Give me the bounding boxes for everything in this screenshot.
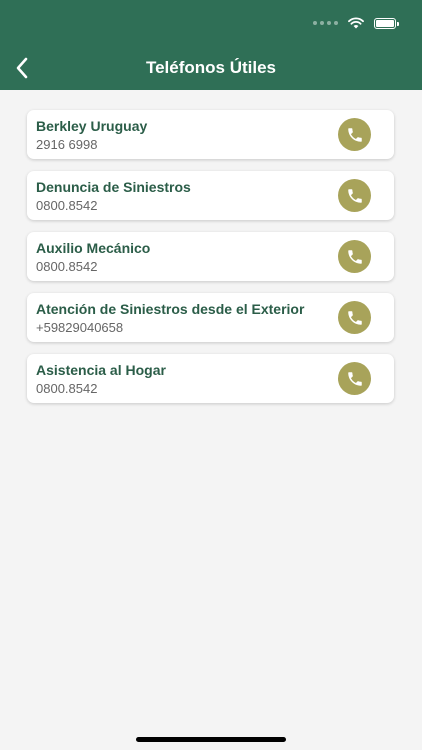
call-button[interactable] <box>338 118 371 151</box>
call-button[interactable] <box>338 301 371 334</box>
contact-card[interactable]: Atención de Siniestros desde el Exterior… <box>27 293 394 342</box>
phone-icon <box>347 310 362 325</box>
phone-icon <box>347 249 362 264</box>
page-title: Teléfonos Útiles <box>145 58 277 77</box>
contact-card[interactable]: Auxilio Mecánico 0800.8542 <box>27 232 394 281</box>
contact-phone: 0800.8542 <box>36 198 98 213</box>
signal-icon <box>313 21 338 25</box>
app-header: Teléfonos Útiles <box>0 0 422 90</box>
contact-name: Atención de Siniestros desde el Exterior <box>36 301 305 317</box>
contact-phone: +59829040658 <box>36 320 124 335</box>
contact-phone: 0800.8542 <box>36 259 98 274</box>
wifi-icon <box>348 17 364 29</box>
call-button[interactable] <box>338 240 371 273</box>
contact-name: Denuncia de Siniestros <box>36 179 191 195</box>
contact-card[interactable]: Denuncia de Siniestros 0800.8542 <box>27 171 394 220</box>
phone-icon <box>347 127 362 142</box>
call-button[interactable] <box>338 362 371 395</box>
contact-phone: 0800.8542 <box>36 381 98 396</box>
status-bar <box>313 16 399 30</box>
contact-name: Asistencia al Hogar <box>36 362 166 378</box>
phone-icon <box>347 371 362 386</box>
contact-name: Berkley Uruguay <box>36 118 148 134</box>
contact-phone: 2916 6998 <box>36 137 98 152</box>
contact-card[interactable]: Asistencia al Hogar 0800.8542 <box>27 354 394 403</box>
contact-list: Berkley Uruguay 2916 6998 Denuncia de Si… <box>27 110 394 415</box>
phone-icon <box>347 188 362 203</box>
contact-name: Auxilio Mecánico <box>36 240 151 256</box>
call-button[interactable] <box>338 179 371 212</box>
home-indicator <box>136 737 286 742</box>
contact-card[interactable]: Berkley Uruguay 2916 6998 <box>27 110 394 159</box>
battery-icon <box>374 17 399 29</box>
